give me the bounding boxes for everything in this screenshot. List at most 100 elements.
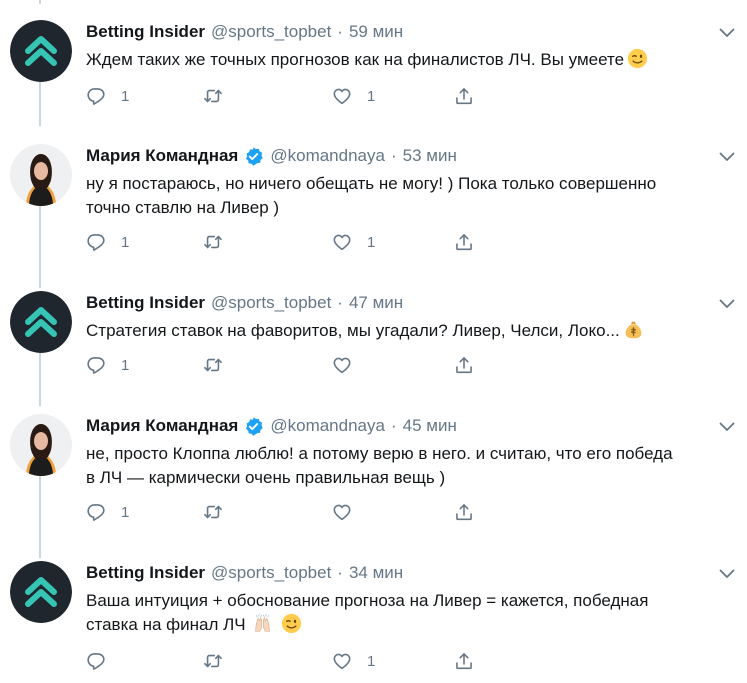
separator-dot: · [337, 293, 343, 312]
reply-count: 1 [121, 233, 130, 251]
tweet[interactable]: Betting Insider @sports_topbet · 59 мин … [0, 0, 747, 126]
author-name[interactable]: Betting Insider [86, 22, 205, 42]
tweet-header: Мария Командная @komandnaya · 45 мин [86, 414, 457, 438]
heart-icon [332, 86, 352, 106]
share-button[interactable] [454, 500, 474, 524]
author-name[interactable]: Мария Командная [86, 146, 238, 166]
reply-icon [86, 232, 106, 252]
author-handle[interactable]: @komandnaya [270, 146, 385, 166]
tweet-text-line: Стратегия ставок на фаворитов, мы угадал… [86, 321, 620, 340]
tweet-header: Betting Insider @sports_topbet · 34 мин [86, 561, 403, 585]
verified-badge-icon [243, 146, 264, 167]
verified-badge-icon [243, 416, 264, 437]
chevron-down-icon[interactable] [719, 28, 735, 38]
avatar[interactable] [10, 561, 72, 623]
retweet-icon [203, 355, 223, 375]
retweet-button[interactable] [203, 353, 238, 377]
thread-connector [39, 206, 41, 288]
chevron-down-icon[interactable] [719, 152, 735, 162]
timestamp[interactable]: 45 мин [403, 416, 457, 436]
reply-button[interactable]: 1 [86, 84, 129, 108]
reply-button[interactable]: 1 [86, 353, 129, 377]
tweet-thread: Betting Insider @sports_topbet · 59 мин … [0, 0, 747, 683]
retweet-icon [203, 232, 223, 252]
author-handle[interactable]: @komandnaya [270, 416, 385, 436]
tweet-text: ну я постараюсь, но ничего обещать не мо… [86, 172, 726, 220]
separator-dot: · [337, 563, 343, 582]
raising-hands-icon [252, 613, 273, 634]
heart-icon [332, 355, 352, 375]
timestamp[interactable]: 59 мин [349, 22, 403, 42]
tweet-text: не, просто Клоппа люблю! а потому верю в… [86, 442, 726, 490]
thread-connector [39, 476, 41, 558]
chevron-down-icon[interactable] [719, 299, 735, 309]
share-button[interactable] [454, 84, 474, 108]
reply-button[interactable] [86, 649, 121, 673]
thread-connector [39, 0, 41, 4]
tweet-header: Мария Командная @komandnaya · 53 мин [86, 144, 457, 168]
heart-icon [332, 651, 352, 671]
like-button[interactable]: 1 [332, 230, 375, 254]
like-button[interactable] [332, 500, 367, 524]
tweet-text-line: Ваша интуиция + обоснование прогноза на … [86, 591, 649, 610]
tweet-header: Betting Insider @sports_topbet · 59 мин [86, 20, 403, 44]
reply-button[interactable]: 1 [86, 230, 129, 254]
tweet-text-line: ну я постараюсь, но ничего обещать не мо… [86, 174, 657, 193]
share-icon [454, 355, 474, 375]
avatar[interactable] [10, 20, 72, 82]
like-button[interactable] [332, 353, 367, 377]
reply-count: 1 [121, 87, 130, 105]
like-button[interactable]: 1 [332, 84, 375, 108]
tweet-text-line: ставка на финал ЛЧ [86, 615, 246, 634]
reply-icon [86, 651, 106, 671]
thread-connector [39, 82, 41, 126]
winking-face-icon [627, 48, 648, 69]
money-bag-icon [623, 319, 644, 340]
tweet-text-line: Ждем таких же точных прогнозов как на фи… [86, 50, 625, 69]
user-photo-icon [10, 414, 72, 476]
chevron-down-icon[interactable] [719, 569, 735, 579]
betting-insider-logo-icon [10, 20, 72, 82]
retweet-button[interactable] [203, 230, 238, 254]
tweet-text-line: в ЛЧ — кармически очень правильная вещь … [86, 468, 446, 487]
like-count: 1 [367, 652, 376, 670]
user-photo-icon [10, 144, 72, 206]
chevron-down-icon[interactable] [719, 422, 735, 432]
reply-button[interactable]: 1 [86, 500, 129, 524]
avatar[interactable] [10, 414, 72, 476]
author-name[interactable]: Мария Командная [86, 416, 238, 436]
reply-icon [86, 502, 106, 522]
author-name[interactable]: Betting Insider [86, 293, 205, 313]
betting-insider-logo-icon [10, 291, 72, 353]
winking-face-icon [281, 613, 302, 634]
reply-count: 1 [121, 356, 130, 374]
retweet-button[interactable] [203, 500, 238, 524]
author-handle[interactable]: @sports_topbet [211, 22, 331, 42]
timestamp[interactable]: 34 мин [349, 563, 403, 583]
reply-icon [86, 86, 106, 106]
like-button[interactable]: 1 [332, 649, 375, 673]
share-button[interactable] [454, 230, 474, 254]
tweet-text: Стратегия ставок на фаворитов, мы угадал… [86, 319, 726, 343]
tweet[interactable]: Betting Insider @sports_topbet · 47 мин … [0, 291, 747, 406]
author-handle[interactable]: @sports_topbet [211, 293, 331, 313]
timestamp[interactable]: 53 мин [403, 146, 457, 166]
timestamp[interactable]: 47 мин [349, 293, 403, 313]
betting-insider-logo-icon [10, 561, 72, 623]
retweet-button[interactable] [203, 84, 238, 108]
author-name[interactable]: Betting Insider [86, 563, 205, 583]
tweet-text-line-wrap: ставка на финал ЛЧ [86, 613, 726, 637]
tweet[interactable]: Betting Insider @sports_topbet · 34 мин … [0, 561, 747, 673]
reply-icon [86, 355, 106, 375]
avatar[interactable] [10, 144, 72, 206]
share-icon [454, 651, 474, 671]
avatar[interactable] [10, 291, 72, 353]
tweet-text: Ваша интуиция + обоснование прогноза на … [86, 589, 726, 637]
tweet[interactable]: Мария Командная @komandnaya · 45 мин не,… [0, 414, 747, 558]
retweet-button[interactable] [203, 649, 238, 673]
share-button[interactable] [454, 353, 474, 377]
share-button[interactable] [454, 649, 474, 673]
author-handle[interactable]: @sports_topbet [211, 563, 331, 583]
separator-dot: · [390, 146, 397, 165]
tweet[interactable]: Мария Командная @komandnaya · 53 мин ну … [0, 144, 747, 288]
